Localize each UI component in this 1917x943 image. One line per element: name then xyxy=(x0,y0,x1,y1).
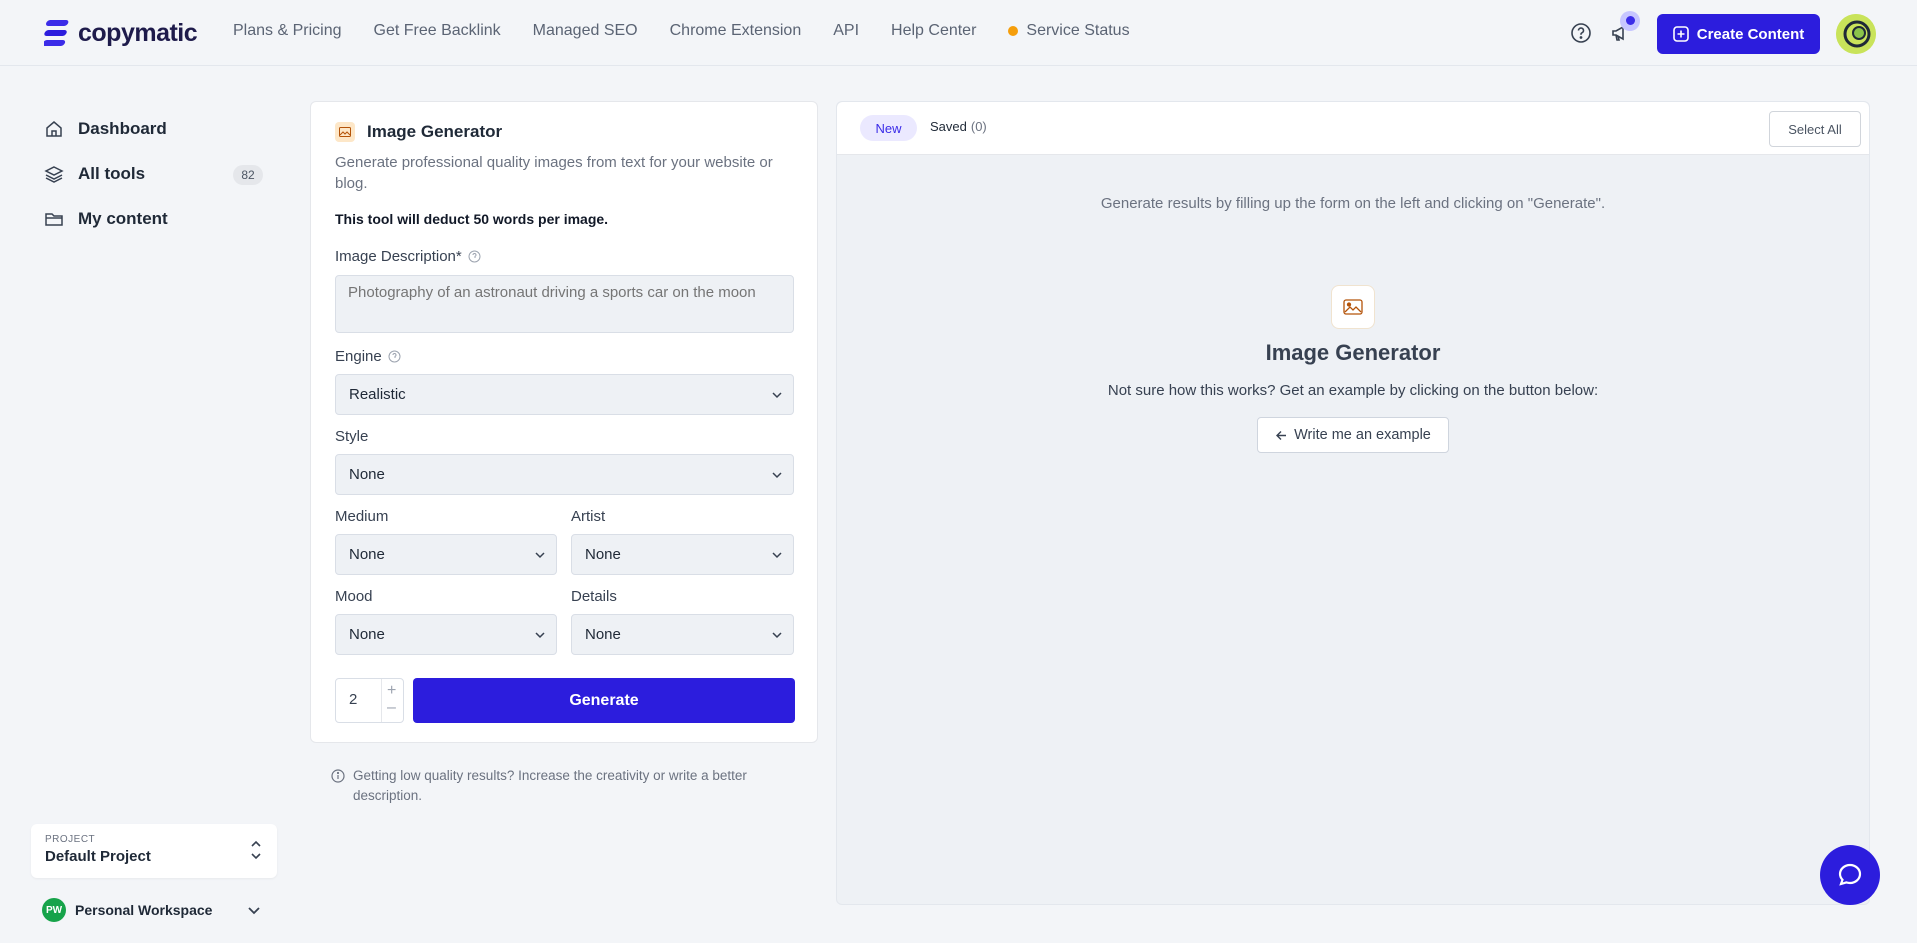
layers-icon xyxy=(44,166,64,183)
chat-support-button[interactable] xyxy=(1820,845,1880,905)
engine-select[interactable]: Realistic xyxy=(335,374,794,415)
results-hint: Generate results by filling up the form … xyxy=(1100,195,1606,212)
mood-value: None xyxy=(349,626,385,643)
create-content-button[interactable]: Create Content xyxy=(1657,14,1820,54)
service-status-label: Service Status xyxy=(1026,22,1130,39)
details-select[interactable]: None xyxy=(571,614,794,655)
status-dot-icon xyxy=(1008,26,1019,36)
chat-icon xyxy=(1838,863,1862,886)
home-icon xyxy=(46,121,62,137)
nav-api[interactable]: API xyxy=(833,22,859,40)
plus-square-icon xyxy=(1672,26,1689,42)
nav-plans-pricing[interactable]: Plans & Pricing xyxy=(233,22,342,40)
image-generator-form: Image Generator Generate professional qu… xyxy=(310,101,818,743)
tab-saved-label: Saved xyxy=(930,119,967,134)
workspace-avatar: PW xyxy=(42,898,66,922)
help-icon[interactable] xyxy=(1570,22,1592,49)
tab-saved[interactable]: Saved (0) xyxy=(930,119,987,134)
nav-chrome-extension[interactable]: Chrome Extension xyxy=(670,22,802,40)
nav-managed-seo[interactable]: Managed SEO xyxy=(533,22,638,40)
create-content-label: Create Content xyxy=(1696,25,1805,43)
workspace-name: Personal Workspace xyxy=(75,902,213,918)
workspace-switcher[interactable]: PW Personal Workspace xyxy=(42,898,212,922)
chevron-down-icon xyxy=(772,472,782,479)
nav-service-status[interactable]: Service Status xyxy=(1008,22,1130,40)
write-example-label: Write me an example xyxy=(1294,427,1431,443)
empty-state-title: Image Generator xyxy=(1265,340,1441,365)
mood-label: Mood xyxy=(335,588,373,605)
sidebar-item-label: All tools xyxy=(78,164,146,183)
quality-tip: Getting low quality results? Increase th… xyxy=(331,766,771,806)
sidebar-item-label: Dashboard xyxy=(78,119,167,138)
empty-state-subtitle: Not sure how this works? Get an example … xyxy=(1107,382,1599,399)
top-nav: Plans & Pricing Get Free Backlink Manage… xyxy=(233,22,1162,40)
chevron-down-icon[interactable] xyxy=(247,903,261,917)
medium-value: None xyxy=(349,546,385,563)
chevron-down-icon xyxy=(535,632,545,639)
word-deduction-note: This tool will deduct 50 words per image… xyxy=(335,211,609,227)
medium-label: Medium xyxy=(335,508,389,525)
style-value: None xyxy=(349,466,385,483)
tools-count-badge: 82 xyxy=(233,165,263,185)
sidebar-item-all-tools[interactable]: All tools xyxy=(44,164,145,184)
image-description-label: Image Description* xyxy=(335,248,481,265)
plus-icon[interactable]: + xyxy=(387,682,396,700)
engine-label-text: Engine xyxy=(335,348,382,365)
folder-icon xyxy=(45,213,63,226)
mood-select[interactable]: None xyxy=(335,614,557,655)
info-icon[interactable] xyxy=(388,350,401,363)
artist-label: Artist xyxy=(571,508,606,525)
chevron-down-icon xyxy=(772,552,782,559)
write-example-button[interactable]: Write me an example xyxy=(1257,417,1449,453)
generate-button[interactable]: Generate xyxy=(413,678,795,723)
image-icon xyxy=(1331,285,1375,329)
top-bar: copymatic Plans & Pricing Get Free Backl… xyxy=(0,0,1917,66)
style-label: Style xyxy=(335,428,369,445)
select-all-button[interactable]: Select All xyxy=(1769,111,1861,147)
chevron-up-down-icon xyxy=(251,840,261,860)
nav-free-backlink[interactable]: Get Free Backlink xyxy=(374,22,501,40)
medium-select[interactable]: None xyxy=(335,534,557,575)
project-name: Default Project xyxy=(45,848,151,865)
chevron-down-icon xyxy=(772,392,782,399)
logo[interactable]: copymatic xyxy=(44,18,198,48)
tab-new[interactable]: New xyxy=(860,115,917,141)
user-avatar[interactable] xyxy=(1836,14,1876,54)
brand-name: copymatic xyxy=(78,18,198,47)
image-icon xyxy=(335,122,355,142)
engine-value: Realistic xyxy=(349,386,406,403)
project-selector[interactable]: PROJECT Default Project xyxy=(31,824,277,878)
quantity-stepper[interactable]: 2 + – xyxy=(335,678,404,723)
saved-count: (0) xyxy=(970,119,987,134)
results-panel: New Saved (0) Select All Generate results… xyxy=(836,101,1870,905)
minus-icon[interactable]: – xyxy=(387,699,396,717)
sidebar-item-my-content[interactable]: My content xyxy=(44,209,168,229)
arrow-left-icon xyxy=(1276,430,1287,440)
style-select[interactable]: None xyxy=(335,454,794,495)
project-label: PROJECT xyxy=(45,834,96,845)
quantity-value[interactable]: 2 xyxy=(349,691,357,708)
notification-dot-icon xyxy=(1620,11,1640,31)
quality-tip-text: Getting low quality results? Increase th… xyxy=(353,768,747,803)
artist-value: None xyxy=(585,546,621,563)
sidebar-item-label: My content xyxy=(78,209,168,228)
form-description: Generate professional quality images fro… xyxy=(335,154,773,192)
stepper-buttons: + – xyxy=(381,679,404,722)
info-circle-icon xyxy=(331,769,345,783)
artist-select[interactable]: None xyxy=(571,534,794,575)
chevron-down-icon xyxy=(772,632,782,639)
details-value: None xyxy=(585,626,621,643)
form-title-text: Image Generator xyxy=(367,122,503,141)
copymatic-logo-icon xyxy=(44,20,69,46)
details-label: Details xyxy=(571,588,617,605)
results-header: New Saved (0) Select All xyxy=(837,102,1869,155)
nav-help-center[interactable]: Help Center xyxy=(891,22,976,40)
info-icon[interactable] xyxy=(468,250,481,263)
image-description-input[interactable] xyxy=(335,275,794,333)
image-description-label-text: Image Description* xyxy=(335,248,462,265)
chevron-down-icon xyxy=(535,552,545,559)
sidebar-item-dashboard[interactable]: Dashboard xyxy=(44,119,167,139)
engine-label: Engine xyxy=(335,348,401,365)
form-title: Image Generator xyxy=(335,122,502,142)
